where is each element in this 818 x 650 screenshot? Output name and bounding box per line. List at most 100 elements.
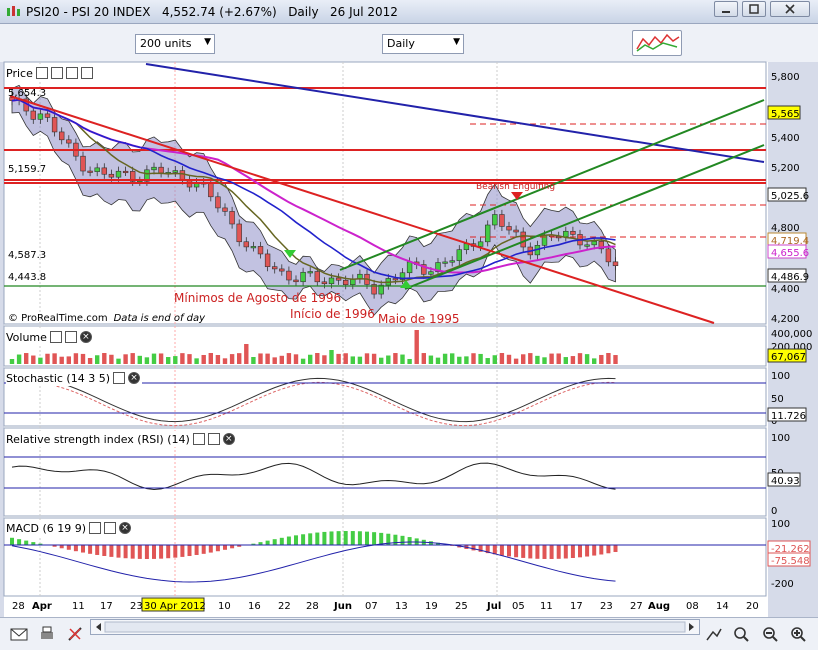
candle-body: [293, 279, 299, 283]
macd-bar: [17, 539, 22, 545]
candle-body: [108, 173, 115, 178]
volume-bar: [265, 353, 270, 364]
close-icon[interactable]: ×: [119, 522, 132, 534]
volume-bar: [208, 353, 213, 364]
price-panel-label: Price: [6, 65, 95, 81]
rsi-badge: 40.93: [771, 476, 800, 487]
no-draw-icon[interactable]: [66, 626, 84, 642]
macd-bar: [223, 545, 227, 550]
x-axis-label: 28: [12, 601, 25, 612]
volume-bar: [357, 356, 363, 364]
watermark: © ProRealTime.com Data is end of day: [8, 313, 206, 324]
candle-body: [591, 241, 597, 246]
candle-body: [58, 131, 65, 141]
volume-bar: [464, 356, 469, 364]
zoom-fit-icon[interactable]: [732, 626, 750, 642]
x-axis-label: 14: [716, 601, 729, 612]
candle-body: [449, 260, 455, 263]
volume-bar: [293, 354, 299, 364]
level-label: 4,443.8: [8, 272, 46, 283]
candle-body: [300, 271, 306, 283]
x-axis-label: 11: [540, 601, 553, 612]
volume-bar: [24, 353, 29, 364]
volume-bar: [308, 354, 313, 364]
candle-body: [179, 170, 186, 181]
volume-bar: [393, 353, 398, 364]
window-icon[interactable]: [104, 522, 117, 534]
x-axis-label: 30 Apr 2012: [144, 601, 206, 612]
volume-bar: [386, 355, 391, 364]
grid-icon[interactable]: [705, 626, 723, 642]
volume-bar: [9, 359, 15, 364]
level-label: 4,587.3: [8, 250, 46, 261]
window-icon[interactable]: [50, 67, 63, 79]
macd-bar: [585, 545, 590, 557]
volume-bar: [251, 357, 256, 364]
price-panel-title: Price: [6, 66, 33, 80]
volume-bar: [38, 357, 43, 364]
macd-bar: [521, 545, 526, 558]
wrench-icon[interactable]: [89, 522, 102, 534]
volume-bar: [549, 353, 554, 364]
volume-bar: [16, 354, 22, 364]
candle-body: [236, 223, 242, 243]
macd-bar: [215, 545, 220, 552]
candle-body: [243, 241, 249, 248]
print-icon[interactable]: [38, 626, 56, 642]
volume-bar: [116, 358, 121, 364]
candle-body: [122, 170, 129, 174]
macd-bar: [81, 545, 85, 553]
volume-panel-label: Volume ×: [6, 329, 94, 345]
candle-body: [428, 271, 434, 275]
macd-bar: [393, 534, 398, 545]
volume-bar: [66, 356, 71, 364]
annotation-minimos: Mínimos de Agosto de 1996: [174, 291, 341, 305]
candle-body: [44, 113, 51, 118]
macd-bar: [109, 545, 114, 557]
close-icon[interactable]: ×: [128, 372, 141, 384]
stoch-tick: 50: [771, 394, 784, 405]
candle-body: [37, 113, 44, 120]
macd-bar: [95, 545, 100, 555]
macd-bar: [322, 531, 327, 545]
zoom-out-icon[interactable]: [761, 626, 779, 642]
macd-bar: [542, 545, 547, 559]
email-icon[interactable]: [10, 626, 28, 642]
close-icon[interactable]: ×: [222, 433, 235, 445]
candle-body: [158, 166, 164, 174]
candle-body: [477, 241, 484, 247]
price-tick: 4,200: [771, 314, 800, 325]
volume-bar: [258, 353, 263, 364]
volume-bar: [492, 355, 497, 364]
volume-bar: [379, 357, 384, 364]
candle-body: [520, 231, 526, 248]
volume-bar: [73, 353, 79, 364]
candle-body: [456, 249, 462, 262]
wrench-icon[interactable]: [35, 67, 48, 79]
volume-bar: [109, 354, 114, 364]
close-icon[interactable]: ×: [79, 331, 92, 343]
volume-bar: [343, 353, 348, 364]
volume-bar: [542, 357, 547, 364]
x-axis-label: 22: [278, 601, 291, 612]
macd-bar: [343, 531, 348, 545]
candle-body: [499, 214, 505, 227]
candle-body: [279, 268, 285, 272]
annotation-maio: Maio de 1995: [378, 312, 460, 326]
wrench-icon[interactable]: [192, 433, 205, 445]
window-icon[interactable]: [207, 433, 220, 445]
wrench-icon[interactable]: [49, 331, 62, 343]
volume-bar: [173, 356, 178, 364]
macd-bar: [73, 545, 78, 552]
restore-icon[interactable]: [65, 67, 78, 79]
wrench-icon[interactable]: [113, 372, 126, 384]
volume-bar: [286, 353, 292, 364]
horizontal-scrollbar[interactable]: [90, 619, 700, 635]
minimize-icon[interactable]: [80, 67, 93, 79]
macd-panel-label: MACD (6 19 9) ×: [6, 520, 134, 536]
candle-body: [250, 246, 257, 249]
zoom-in-icon[interactable]: [789, 626, 807, 642]
stoch-panel-title: Stochastic (14 3 5): [6, 371, 111, 385]
candle-body: [94, 167, 100, 172]
window-icon[interactable]: [64, 331, 77, 343]
